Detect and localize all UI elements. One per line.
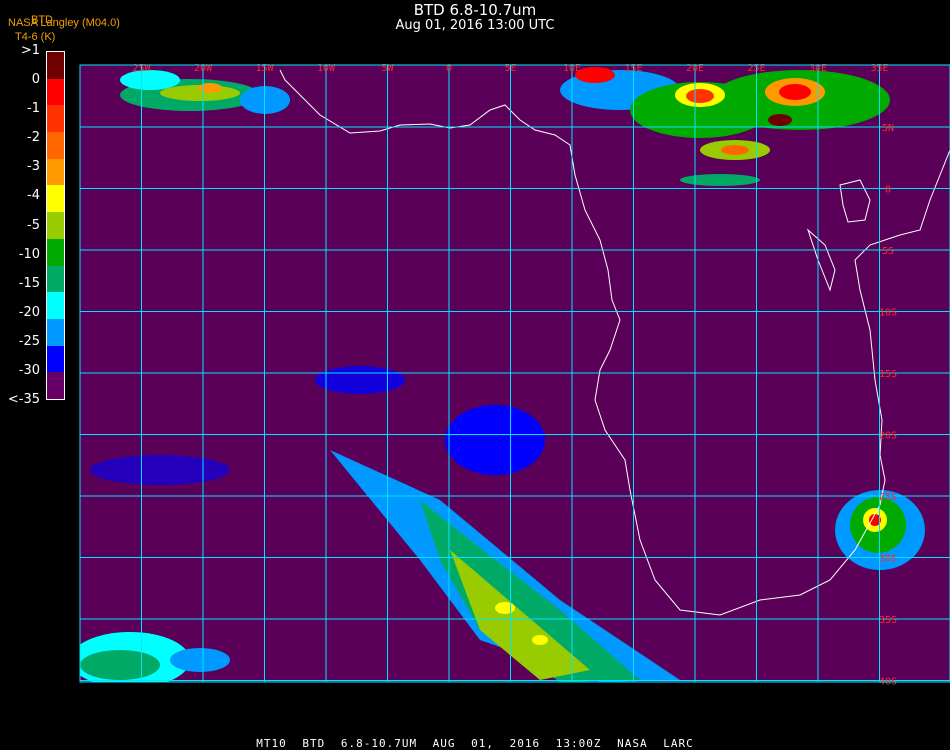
map-canvas: 25W 20W 15W 10W 5W 0 5E 10E 15E 20E 25E 30E 35E5N05S… — [79, 63, 950, 688]
lat-label: 0 — [885, 185, 891, 196]
lat-label: 35S — [879, 615, 897, 626]
lat-label: 5S — [882, 246, 894, 257]
satellite-image-view: BTD 6.8-10.7um Aug 01, 2016 13:00 UTC NA… — [0, 0, 950, 750]
lat-label: 30S — [879, 554, 897, 565]
lat-label: 5N — [882, 123, 894, 134]
footer-caption: MT10 BTD 6.8-10.7UM AUG 01, 2016 13:00Z … — [256, 737, 694, 750]
lat-label: 25S — [879, 492, 897, 503]
lat-label: 10S — [879, 308, 897, 319]
lat-label: 15S — [879, 369, 897, 380]
lat-label: 20S — [879, 431, 897, 442]
